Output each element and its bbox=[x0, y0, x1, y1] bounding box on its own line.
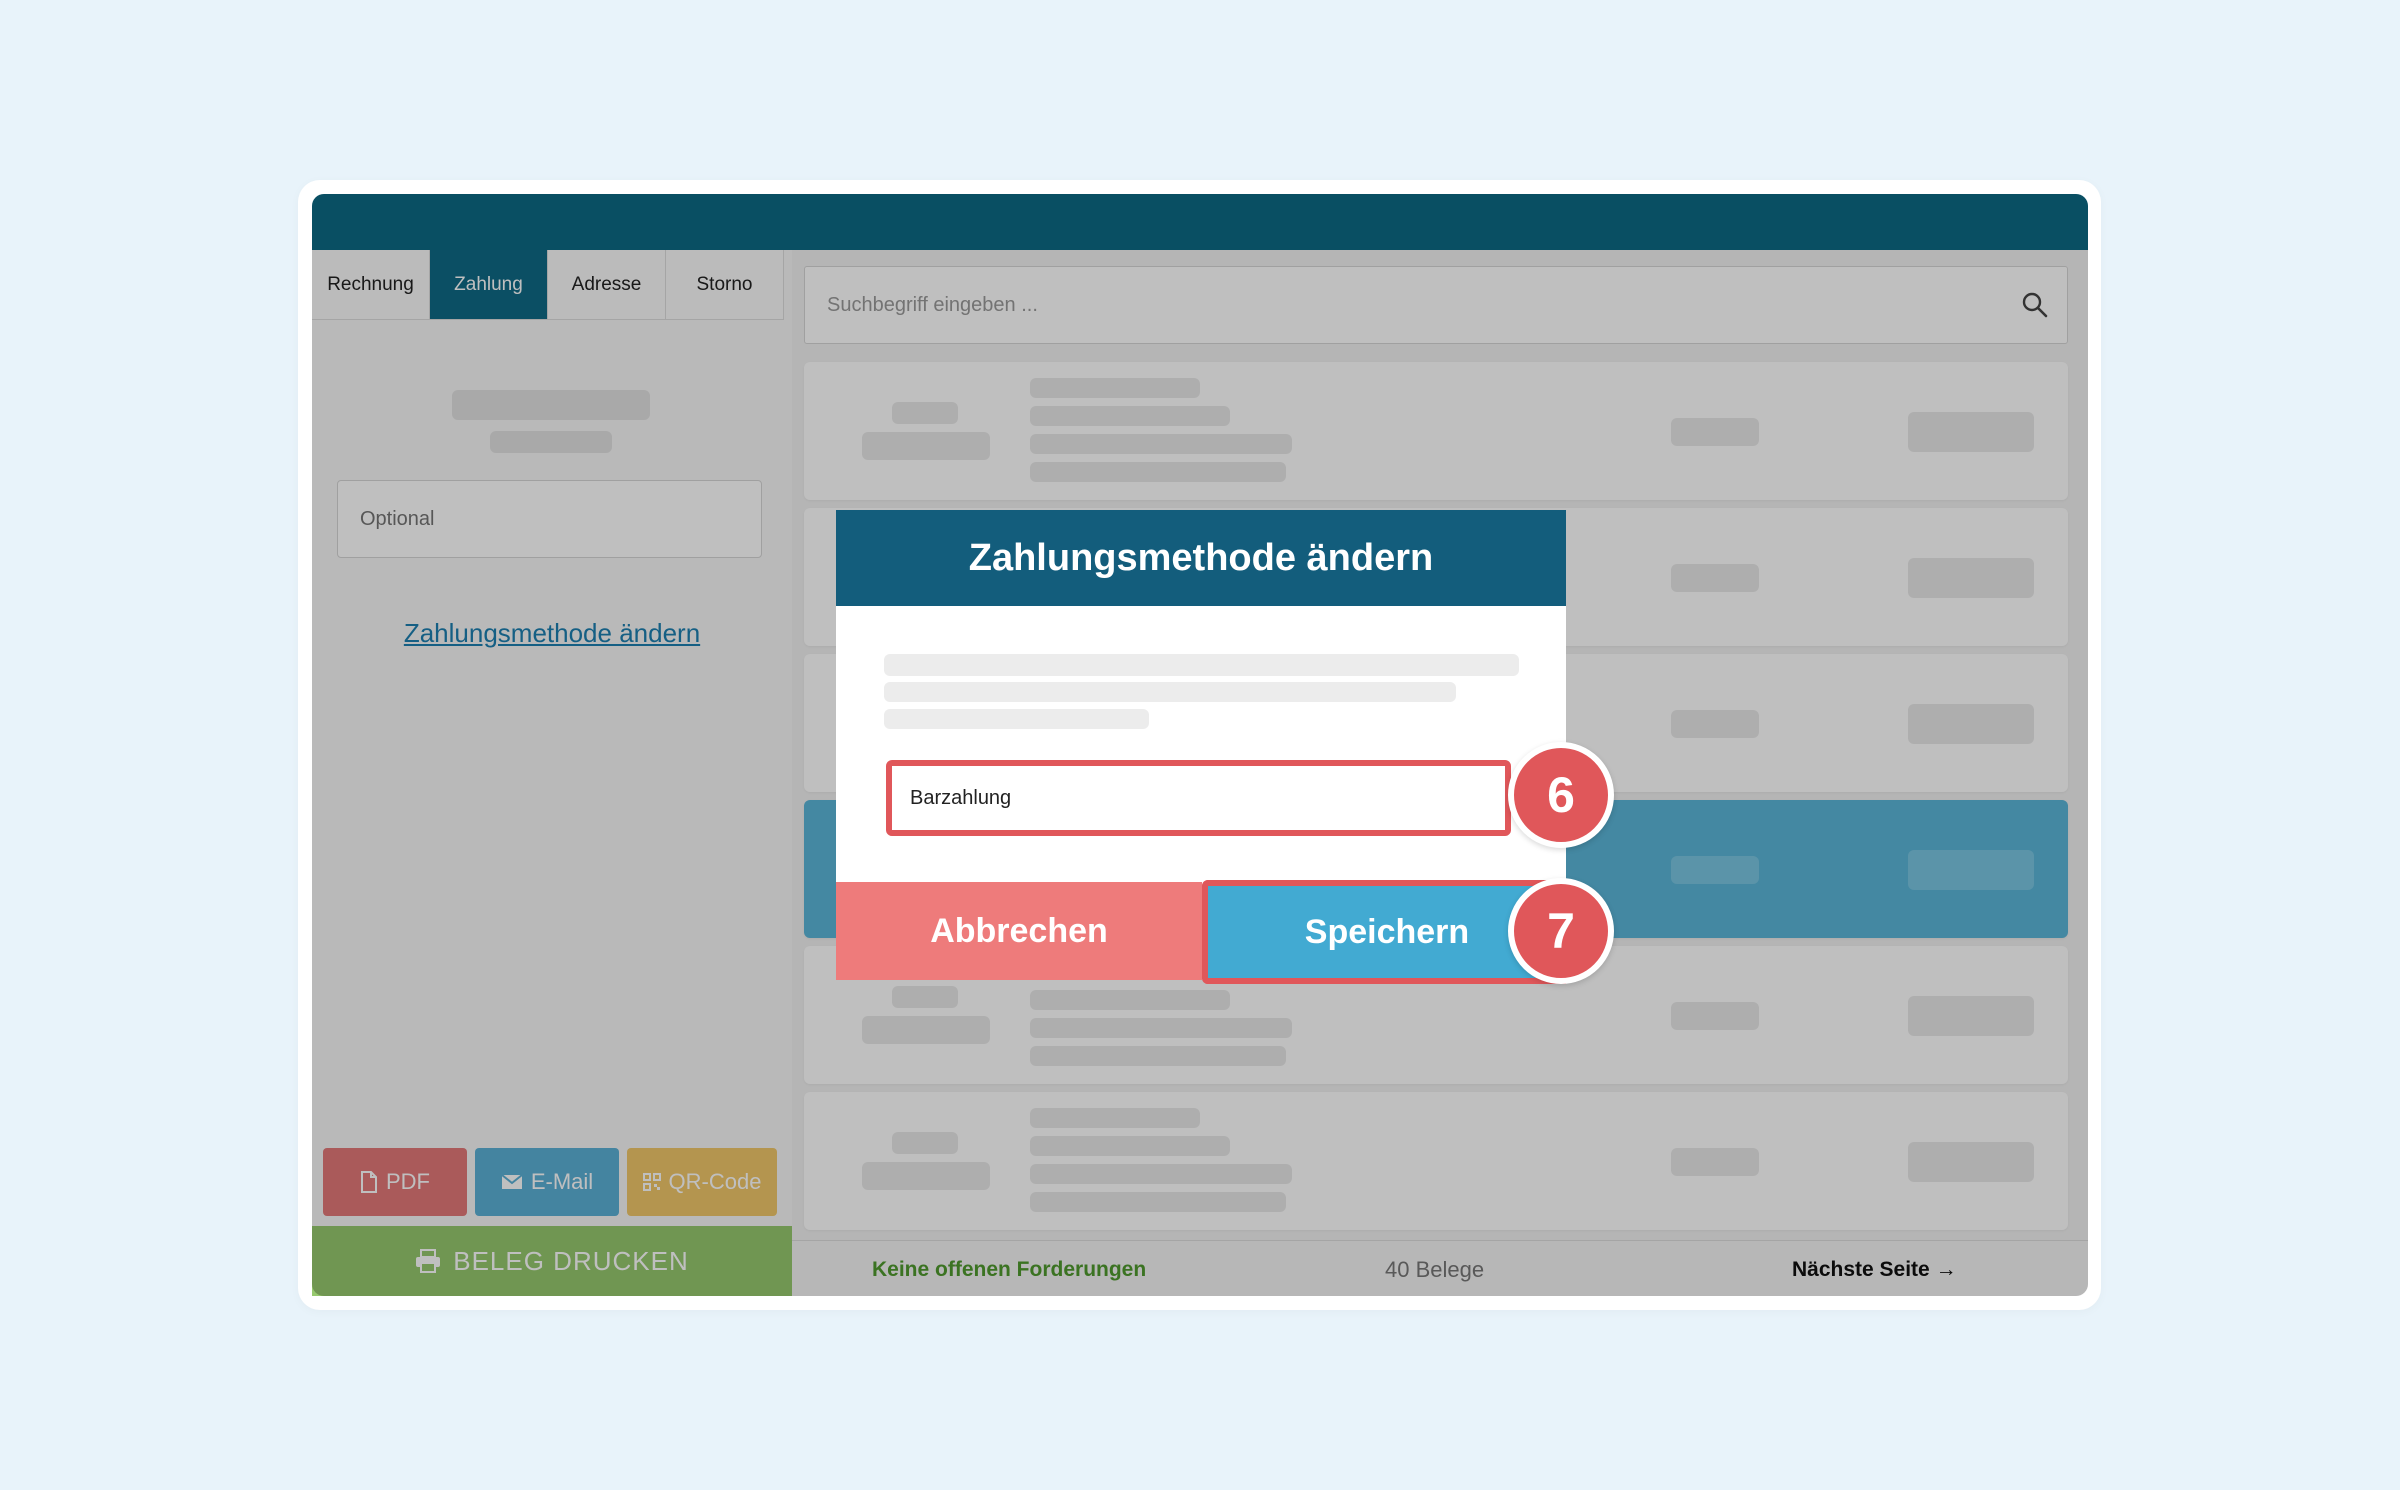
dialog-title: Zahlungsmethode ändern bbox=[836, 510, 1566, 606]
placeholder-line bbox=[884, 709, 1149, 729]
step-6-callout: 6 bbox=[1508, 742, 1614, 848]
step-7-callout: 7 bbox=[1508, 878, 1614, 984]
payment-method-select[interactable]: Barzahlung bbox=[886, 760, 1511, 836]
cancel-button[interactable]: Abbrechen bbox=[836, 882, 1202, 980]
placeholder-line bbox=[884, 654, 1519, 676]
placeholder-line bbox=[884, 682, 1456, 702]
change-payment-method-dialog: Zahlungsmethode ändern Barzahlung Abbrec… bbox=[836, 510, 1566, 984]
selected-payment-method: Barzahlung bbox=[910, 786, 1012, 809]
